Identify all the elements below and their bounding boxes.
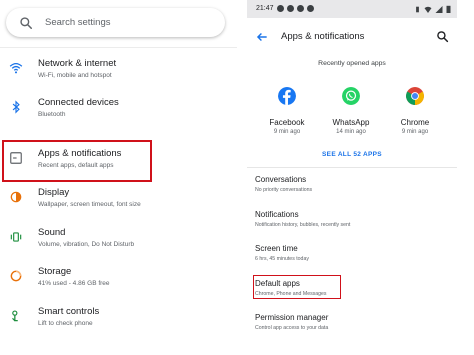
menu-item-subtitle: Notification history, bubbles, recently …	[255, 222, 351, 228]
chrome-icon	[405, 87, 425, 105]
settings-item-connected-devices[interactable]: Connected devices Bluetooth	[0, 94, 237, 130]
settings-item-smart-controls[interactable]: Smart controls Lift to check phone	[0, 303, 237, 339]
menu-item-title: Conversations	[255, 175, 307, 184]
app-name: Chrome	[400, 118, 430, 127]
panel-gap	[237, 0, 247, 355]
notification-icon	[297, 5, 304, 12]
app-last-used: 9 min ago	[273, 129, 301, 135]
settings-item-title: Smart controls	[38, 306, 100, 317]
battery-icon	[446, 5, 451, 13]
menu-item-permission-manager[interactable]: Permission manager Control app access to…	[247, 313, 457, 341]
search-icon[interactable]	[436, 30, 449, 43]
menu-item-subtitle: No priority conversations	[255, 187, 313, 193]
settings-item-subtitle: Lift to check phone	[38, 320, 93, 327]
see-all-apps-button[interactable]: SEE ALL 52 APPS	[247, 151, 457, 158]
highlight-box	[253, 275, 341, 299]
recent-app-chrome[interactable]: Chrome 9 min ago	[385, 87, 445, 135]
back-arrow-icon[interactable]	[255, 30, 269, 44]
wifi-status-icon	[424, 6, 432, 13]
vibrate-icon	[416, 6, 419, 12]
settings-item-subtitle: 41% used - 4.86 GB free	[38, 280, 110, 287]
page-title: Apps & notifications	[281, 31, 365, 42]
notification-icon	[287, 5, 294, 12]
right-margin	[457, 0, 474, 355]
highlight-box	[2, 140, 152, 182]
settings-item-subtitle: Wallpaper, screen timeout, font size	[38, 201, 141, 208]
notification-icon	[277, 5, 284, 12]
settings-item-sound[interactable]: Sound Volume, vibration, Do Not Disturb	[0, 224, 237, 260]
status-bar: 21:47	[247, 0, 457, 18]
settings-item-network[interactable]: Network & internet Wi-Fi, mobile and hot…	[0, 55, 237, 91]
app-last-used: 9 min ago	[401, 129, 429, 135]
recent-apps-label: Recently opened apps	[318, 60, 386, 67]
menu-item-title: Screen time	[255, 244, 298, 253]
status-time: 21:47	[256, 5, 274, 12]
settings-item-storage[interactable]: Storage 41% used - 4.86 GB free	[0, 263, 237, 299]
recent-app-whatsapp[interactable]: WhatsApp 14 min ago	[321, 87, 381, 135]
app-name: WhatsApp	[332, 118, 370, 127]
settings-item-title: Storage	[38, 266, 72, 277]
settings-item-title: Display	[38, 187, 70, 198]
app-bar: Apps & notifications	[247, 18, 457, 56]
settings-item-title: Sound	[38, 227, 66, 238]
menu-item-screen-time[interactable]: Screen time 6 hrs, 45 minutes today	[247, 244, 457, 272]
search-icon	[20, 16, 33, 29]
menu-item-notifications[interactable]: Notifications Notification history, bubb…	[247, 210, 457, 238]
divider	[247, 167, 457, 168]
recent-app-facebook[interactable]: Facebook 9 min ago	[257, 87, 317, 135]
settings-item-title: Connected devices	[38, 97, 119, 108]
search-bar[interactable]: Search settings	[6, 8, 225, 37]
menu-item-subtitle: 6 hrs, 45 minutes today	[255, 256, 309, 262]
wifi-icon	[9, 61, 23, 75]
apps-notifications-panel: 21:47 Apps & notifications Recently open…	[247, 0, 457, 355]
settings-item-display[interactable]: Display Wallpaper, screen timeout, font …	[0, 184, 237, 220]
bluetooth-icon	[9, 100, 23, 114]
app-name: Facebook	[269, 118, 305, 127]
search-placeholder: Search settings	[45, 17, 111, 28]
notification-icons	[277, 5, 314, 12]
storage-icon	[9, 269, 23, 283]
settings-item-subtitle: Wi-Fi, mobile and hotspot	[38, 72, 112, 79]
settings-item-subtitle: Bluetooth	[38, 111, 66, 118]
signal-icon	[435, 5, 443, 13]
settings-item-subtitle: Volume, vibration, Do Not Disturb	[38, 241, 135, 248]
facebook-icon	[278, 87, 296, 105]
settings-panel: Search settings Network & internet Wi-Fi…	[0, 0, 237, 355]
settings-item-title: Network & internet	[38, 58, 117, 69]
smart-controls-icon	[9, 309, 23, 323]
menu-item-title: Permission manager	[255, 313, 329, 322]
menu-item-subtitle: Control app access to your data	[255, 325, 329, 331]
status-icons	[414, 5, 451, 13]
divider	[0, 47, 237, 48]
sound-icon	[9, 230, 23, 244]
display-icon	[9, 190, 23, 204]
notification-icon	[307, 5, 314, 12]
whatsapp-icon	[342, 87, 360, 105]
menu-item-title: Notifications	[255, 210, 299, 219]
menu-item-conversations[interactable]: Conversations No priority conversations	[247, 175, 457, 203]
app-last-used: 14 min ago	[336, 129, 366, 135]
